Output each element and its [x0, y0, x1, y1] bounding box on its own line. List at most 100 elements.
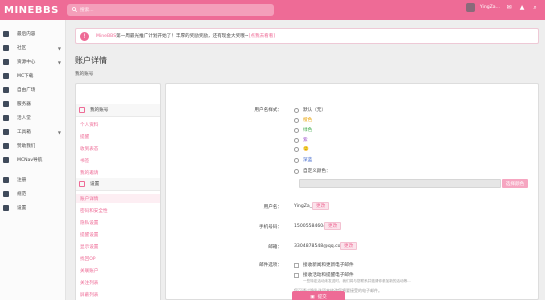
radio-purple[interactable]: 紫: [294, 137, 308, 143]
sidebar-item-rules[interactable]: 规范: [0, 188, 66, 200]
sidebar-item-label: 赞助我们: [17, 144, 36, 149]
menu-item-security[interactable]: 密码和安全性: [80, 206, 108, 215]
site-logo[interactable]: MINEBBS: [4, 5, 64, 16]
menu-item-profile[interactable]: 个人资料: [80, 120, 98, 129]
menu-item-ignored[interactable]: 屏蔽列表: [80, 290, 98, 299]
checkbox-label: 接收新闻和更新电子邮件: [303, 263, 354, 268]
sidebar-item-label: 注册: [17, 178, 27, 183]
sidebar-item-label: 服务器: [17, 102, 31, 107]
notice-banner: ! MineBBS 第一周最光推广计划开始了！丰厚的奖励奖励，还有现金大奖哦~ …: [75, 28, 539, 44]
menu-item-reactions[interactable]: 收到表态: [80, 144, 98, 153]
sidebar-item-donate[interactable]: 赞助我们: [0, 140, 66, 152]
sidebar-item-servers[interactable]: 服务器: [0, 98, 66, 110]
email-label: 邮箱：: [268, 245, 282, 250]
sidebar: 最后内容 社区 ▼ 资源中心 ▼ MC下载 自由广场 服务器 活人堂 工具箱 ▼ 赞助…: [0, 20, 66, 300]
checkbox-news-email[interactable]: 接收新闻和更新电子邮件: [294, 262, 354, 268]
gear-icon: [79, 181, 85, 187]
notice-more-link[interactable]: [点我去看看]: [249, 33, 276, 39]
radio-orange[interactable]: 橙色: [294, 117, 312, 123]
phone-label: 手机号码：: [259, 225, 282, 230]
menu-item-connected[interactable]: 关联账户: [80, 266, 98, 275]
radio-green[interactable]: 绿色: [294, 127, 312, 133]
server-icon: [3, 101, 9, 107]
account-menu: 我的账号 个人资料 提醒 收到表态 书签 我的邀请 设置 账户详情 密码和安全性…: [75, 83, 161, 300]
sidebar-item-resources[interactable]: 资源中心 ▼: [0, 56, 66, 68]
search-toggle-icon[interactable]: ⌕: [531, 4, 539, 12]
menu-item-privacy[interactable]: 隐私设置: [80, 218, 98, 227]
change-username-button[interactable]: 更改: [312, 202, 330, 210]
radio-circle: [294, 168, 299, 174]
chevron-down-icon[interactable]: ▼: [58, 60, 61, 65]
sidebar-item-label: 资源中心: [17, 60, 36, 65]
username-link[interactable]: YingZa...: [480, 5, 500, 10]
main-content: ! MineBBS 第一周最光推广计划开始了！丰厚的奖励奖励，还有现金大奖哦~ …: [67, 20, 545, 300]
menu-section-label: 我的账号: [90, 108, 109, 113]
choose-color-button[interactable]: 选择颜色: [502, 179, 528, 188]
sidebar-item-register[interactable]: 注册: [0, 174, 66, 186]
radio-circle: [294, 107, 299, 113]
sidebar-item-settings[interactable]: 设置: [0, 202, 66, 214]
menu-item-following[interactable]: 关注列表: [80, 278, 98, 287]
checkbox-box: [294, 262, 299, 268]
radio-custom-color[interactable]: 自定义颜色：: [294, 168, 331, 174]
radio-circle: [294, 137, 299, 143]
notice-site-link[interactable]: MineBBS: [96, 34, 116, 39]
sidebar-item-forums[interactable]: 社区 ▼: [0, 42, 66, 54]
sidebar-item-mcnav[interactable]: MCNav导航: [0, 154, 66, 166]
sidebar-item-latest[interactable]: 最后内容: [0, 28, 66, 40]
submit-button[interactable]: ▣ 提交: [292, 291, 345, 300]
menu-item-op[interactable]: 找回OP: [80, 254, 96, 263]
change-phone-button[interactable]: 更改: [324, 222, 342, 230]
chevron-down-icon[interactable]: ▼: [58, 46, 61, 51]
radio-darkblue[interactable]: 深蓝: [294, 157, 312, 163]
menu-item-account-details[interactable]: 账户详情: [76, 194, 160, 203]
radio-default[interactable]: 默认（无）: [294, 107, 326, 113]
menu-item-alerts[interactable]: 提醒: [80, 132, 89, 141]
sidebar-item-tools[interactable]: 工具箱 ▼: [0, 126, 66, 138]
sidebar-item-label: MC下载: [17, 74, 34, 79]
chevron-down-icon[interactable]: ▼: [58, 130, 61, 135]
save-icon: ▣: [310, 294, 315, 300]
people-icon: [3, 115, 9, 121]
name-style-label: 用户名样式：: [254, 108, 282, 113]
checkbox-activity-email[interactable]: 接收活动和提醒电子邮件: [294, 272, 354, 278]
search-input[interactable]: 搜索...: [67, 4, 274, 16]
radio-label: 绿色: [303, 128, 313, 133]
checkbox-label: 接收活动和提醒电子邮件: [303, 273, 354, 278]
sidebar-item-mc-download[interactable]: MC下载: [0, 70, 66, 82]
sidebar-item-label: 工具箱: [17, 130, 31, 135]
user-icon: [3, 177, 9, 183]
change-email-button[interactable]: 更改: [340, 242, 358, 250]
radio-emoji[interactable]: 🙂: [294, 147, 309, 152]
heart-icon: [3, 143, 9, 149]
menu-section-settings: 设置: [76, 178, 160, 191]
mail-icon[interactable]: ✉: [505, 4, 513, 12]
avatar[interactable]: [465, 3, 475, 12]
compass-icon: [3, 157, 9, 163]
menu-item-bookmarks[interactable]: 书签: [80, 156, 89, 165]
email-options-label: 邮件选项：: [259, 263, 282, 268]
sidebar-item-label: 活人堂: [17, 116, 31, 121]
activity-email-hint: 一些特定活动未发送时，我们将与您联系并邀请你参加新的活动等...: [303, 279, 411, 283]
top-navbar: MINEBBS 搜索... YingZa... ✉ ▲ ⌕: [0, 0, 545, 20]
forum-icon: [3, 45, 9, 51]
sidebar-item-square[interactable]: 自由广场: [0, 84, 66, 96]
chat-icon: [3, 87, 9, 93]
file-icon: [3, 31, 9, 37]
user-icon: [79, 107, 85, 113]
menu-item-display[interactable]: 显示设置: [80, 242, 98, 251]
bell-icon[interactable]: ▲: [518, 4, 526, 12]
username-value: YingZa_: [294, 204, 313, 209]
rules-icon: [3, 191, 9, 197]
megaphone-icon: !: [80, 31, 89, 41]
sidebar-item-label: MCNav导航: [17, 158, 43, 163]
sidebar-item-people[interactable]: 活人堂: [0, 112, 66, 124]
breadcrumb[interactable]: 我的账号: [75, 71, 93, 77]
radio-label: 自定义颜色：: [303, 169, 331, 174]
radio-label: 🙂: [303, 147, 309, 152]
custom-color-input[interactable]: [299, 179, 501, 188]
menu-item-alert-prefs[interactable]: 提醒设置: [80, 230, 98, 239]
search-icon: [72, 6, 78, 14]
menu-item-invites[interactable]: 我的邀请: [80, 168, 98, 177]
menu-section-account: 我的账号: [76, 104, 160, 117]
